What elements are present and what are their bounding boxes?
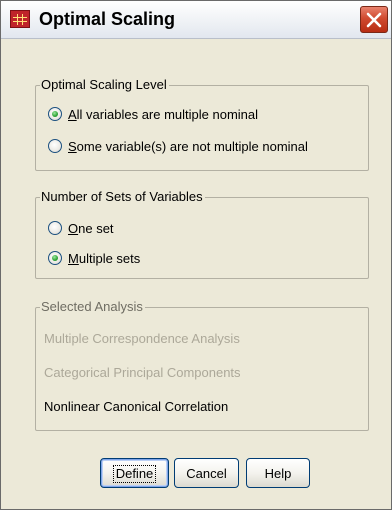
radio-button-checked[interactable] xyxy=(48,251,62,265)
analysis-mca: Multiple Correspondence Analysis xyxy=(44,331,240,346)
spss-data-grid-icon xyxy=(10,10,30,28)
radio-label-rest: ll variables are multiple nominal xyxy=(76,106,259,122)
radio-label: All variables are multiple nominal xyxy=(68,106,259,122)
radio-button-checked[interactable] xyxy=(48,107,62,121)
radio-label-rest: ome variable(s) are not multiple nominal xyxy=(76,138,308,154)
radio-label: One set xyxy=(68,220,114,236)
group-label-scaling-level: Optimal Scaling Level xyxy=(40,77,169,92)
radio-all-multiple-nominal[interactable]: All variables are multiple nominal xyxy=(48,104,258,124)
radio-button[interactable] xyxy=(48,221,62,235)
radio-button[interactable] xyxy=(48,139,62,153)
radio-label: Some variable(s) are not multiple nomina… xyxy=(68,138,308,154)
cancel-button[interactable]: Cancel xyxy=(174,458,239,488)
radio-label-rest: ne set xyxy=(78,220,114,236)
selected-analysis-group: Selected Analysis Multiple Correspondenc… xyxy=(35,299,369,431)
radio-label: Multiple sets xyxy=(68,250,141,266)
radio-one-set[interactable]: One set xyxy=(48,218,114,238)
close-button[interactable] xyxy=(360,6,388,33)
radio-some-not-multiple-nominal[interactable]: Some variable(s) are not multiple nomina… xyxy=(48,136,308,156)
define-button-label: Define xyxy=(112,464,157,483)
radio-label-rest: ultiple sets xyxy=(78,250,141,266)
window-title: Optimal Scaling xyxy=(39,9,176,29)
analysis-catpca: Categorical Principal Components xyxy=(44,365,241,380)
optimal-scaling-level-group: Optimal Scaling Level All variables are … xyxy=(35,77,369,171)
radio-multiple-sets[interactable]: Multiple sets xyxy=(48,248,140,268)
help-button[interactable]: Help xyxy=(246,458,310,488)
group-label-selected-analysis: Selected Analysis xyxy=(40,299,145,314)
title-bar[interactable]: Optimal Scaling xyxy=(1,1,391,39)
analysis-overals: Nonlinear Canonical Correlation xyxy=(44,399,229,414)
number-of-sets-group: Number of Sets of Variables One set Mult… xyxy=(35,189,369,279)
define-button[interactable]: Define xyxy=(100,458,169,488)
optimal-scaling-dialog: Optimal Scaling Optimal Scaling Level Al… xyxy=(0,0,392,510)
close-icon xyxy=(366,12,382,28)
group-label-number-of-sets: Number of Sets of Variables xyxy=(40,189,205,204)
